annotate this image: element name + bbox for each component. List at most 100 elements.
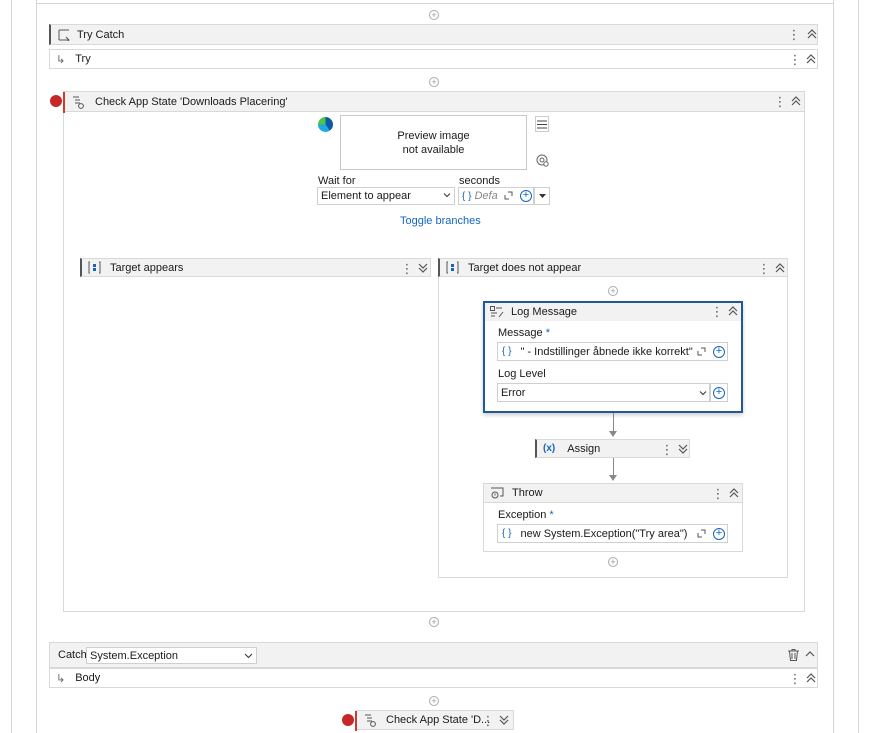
collapse-icon[interactable] — [805, 26, 819, 42]
assign-activity[interactable]: (x) Assign ⋮ — [535, 439, 690, 458]
add-activity-icon[interactable]: + — [608, 286, 618, 296]
target-appears-title: Target appears — [110, 261, 184, 274]
catch-label: Catch — [58, 649, 87, 661]
try-catch-icon — [57, 29, 71, 41]
target-appears-header[interactable]: Target appears ⋮ — [80, 258, 431, 277]
required-asterisk: * — [545, 327, 550, 339]
breakpoint-icon[interactable] — [50, 95, 62, 107]
exception-label: Exception * — [498, 509, 554, 521]
add-variable-icon[interactable]: + — [713, 346, 725, 358]
try-catch-header[interactable]: Try Catch ⋮ — [49, 24, 818, 45]
body-label: Body — [75, 672, 101, 684]
try-row[interactable]: ↳ Try ⋮ — [49, 49, 818, 69]
collapse-icon[interactable] — [727, 485, 741, 501]
breakpoint-icon[interactable] — [342, 714, 354, 726]
throw-title: Throw — [512, 487, 543, 499]
seconds-input[interactable]: { } Defa + — [458, 187, 534, 205]
chevron-down-icon — [244, 651, 253, 660]
try-label: Try — [75, 53, 91, 65]
more-options-icon[interactable]: ⋮ — [788, 27, 801, 43]
more-options-icon[interactable]: ⋮ — [789, 52, 802, 68]
connector-arrow — [609, 475, 617, 481]
expand-editor-icon[interactable] — [697, 347, 706, 356]
more-options-icon[interactable]: ⋮ — [774, 94, 787, 110]
branch-icon — [88, 261, 101, 274]
expand-icon[interactable] — [416, 260, 430, 276]
collapse-icon[interactable] — [726, 303, 740, 319]
collapse-icon[interactable] — [773, 260, 787, 276]
branch-icon — [446, 261, 459, 274]
throw-header[interactable]: Throw ⋮ — [483, 483, 743, 503]
connector-arrow — [609, 431, 617, 437]
expand-editor-icon[interactable] — [697, 529, 706, 538]
seconds-label: seconds — [459, 175, 500, 187]
trash-icon[interactable] — [788, 649, 799, 661]
more-options-icon[interactable]: ⋮ — [712, 486, 725, 502]
wait-for-value: Element to appear — [321, 190, 411, 202]
collapse-icon[interactable] — [804, 51, 818, 67]
target-settings-icon[interactable] — [536, 154, 549, 167]
breakpoint-marker — [355, 711, 357, 731]
expression-icon: { } — [502, 528, 512, 539]
toggle-branches-link[interactable]: Toggle branches — [400, 215, 481, 227]
add-activity-icon[interactable]: + — [429, 696, 439, 706]
assign-title: Assign — [567, 442, 601, 455]
add-activity-icon[interactable]: + — [429, 77, 439, 87]
more-options-icon[interactable]: ⋮ — [661, 442, 674, 458]
collapse-icon[interactable] — [805, 650, 815, 658]
more-options-icon[interactable]: ⋮ — [482, 713, 495, 729]
check-app-state-header[interactable]: Check App State 'Downloads Placering' ⋮ — [63, 91, 805, 113]
throw-icon — [490, 487, 504, 499]
outer-border-right — [858, 0, 859, 733]
target-not-appear-header[interactable]: Target does not appear ⋮ — [438, 258, 788, 277]
message-input[interactable]: { } " - Indstillinger åbnede ikke korrek… — [497, 342, 728, 361]
add-activity-icon[interactable]: + — [608, 557, 618, 567]
assign-icon: (x) — [543, 443, 556, 454]
collapse-icon[interactable] — [789, 93, 803, 109]
expand-icon[interactable] — [676, 441, 690, 457]
menu-icon[interactable] — [535, 116, 549, 132]
breakpoint-marker — [63, 92, 65, 113]
connector-line — [613, 458, 614, 476]
log-level-select[interactable]: Error — [497, 383, 710, 402]
outer-border-right-inner — [833, 0, 834, 733]
expression-icon: { } — [502, 346, 512, 357]
log-message-header[interactable]: Log Message ⋮ — [485, 303, 741, 321]
catch-row[interactable]: Catch System.Exception — [49, 642, 818, 668]
expand-icon[interactable] — [497, 712, 511, 728]
check-app-state-icon — [71, 95, 85, 109]
log-level-add-box[interactable]: + — [710, 383, 728, 402]
branch-arrow-icon: ↳ — [56, 672, 66, 685]
seconds-dropdown-button[interactable] — [534, 187, 550, 205]
wait-for-select[interactable]: Element to appear — [317, 187, 455, 205]
add-variable-icon[interactable]: + — [713, 387, 725, 399]
more-options-icon[interactable]: ⋮ — [401, 261, 414, 277]
preview-image-box[interactable]: Preview image not available — [340, 115, 527, 170]
preview-line-1: Preview image — [397, 129, 470, 142]
try-catch-title: Try Catch — [77, 28, 125, 41]
log-message-icon — [490, 306, 504, 318]
seconds-placeholder: Defa — [474, 190, 498, 202]
message-label-text: Message — [498, 327, 543, 339]
exception-input[interactable]: { } new System.Exception("Try area") + — [497, 524, 728, 543]
body-row[interactable]: ↳ Body ⋮ — [49, 668, 818, 688]
chevron-down-icon — [443, 191, 451, 199]
add-variable-icon[interactable]: + — [713, 528, 725, 540]
chevron-down-icon — [699, 389, 707, 397]
more-options-icon[interactable]: ⋮ — [758, 261, 771, 277]
add-activity-icon[interactable]: + — [429, 10, 439, 20]
add-activity-icon[interactable]: + — [429, 617, 439, 627]
catch-exception-select[interactable]: System.Exception — [86, 647, 257, 664]
outer-border-left — [11, 0, 12, 733]
catch-exception-value: System.Exception — [90, 649, 179, 662]
collapse-icon[interactable] — [804, 670, 818, 686]
more-options-icon[interactable]: ⋮ — [711, 304, 724, 320]
bottom-check-app-state[interactable]: Check App State 'D... ⋮ — [355, 710, 514, 731]
add-variable-icon[interactable]: + — [520, 190, 532, 202]
log-message-title: Log Message — [511, 306, 578, 318]
more-options-icon[interactable]: ⋮ — [789, 671, 802, 687]
required-asterisk: * — [549, 509, 554, 521]
expand-editor-icon[interactable] — [504, 191, 513, 200]
log-level-label: Log Level — [498, 368, 546, 380]
branch-arrow-icon: ↳ — [56, 53, 66, 66]
